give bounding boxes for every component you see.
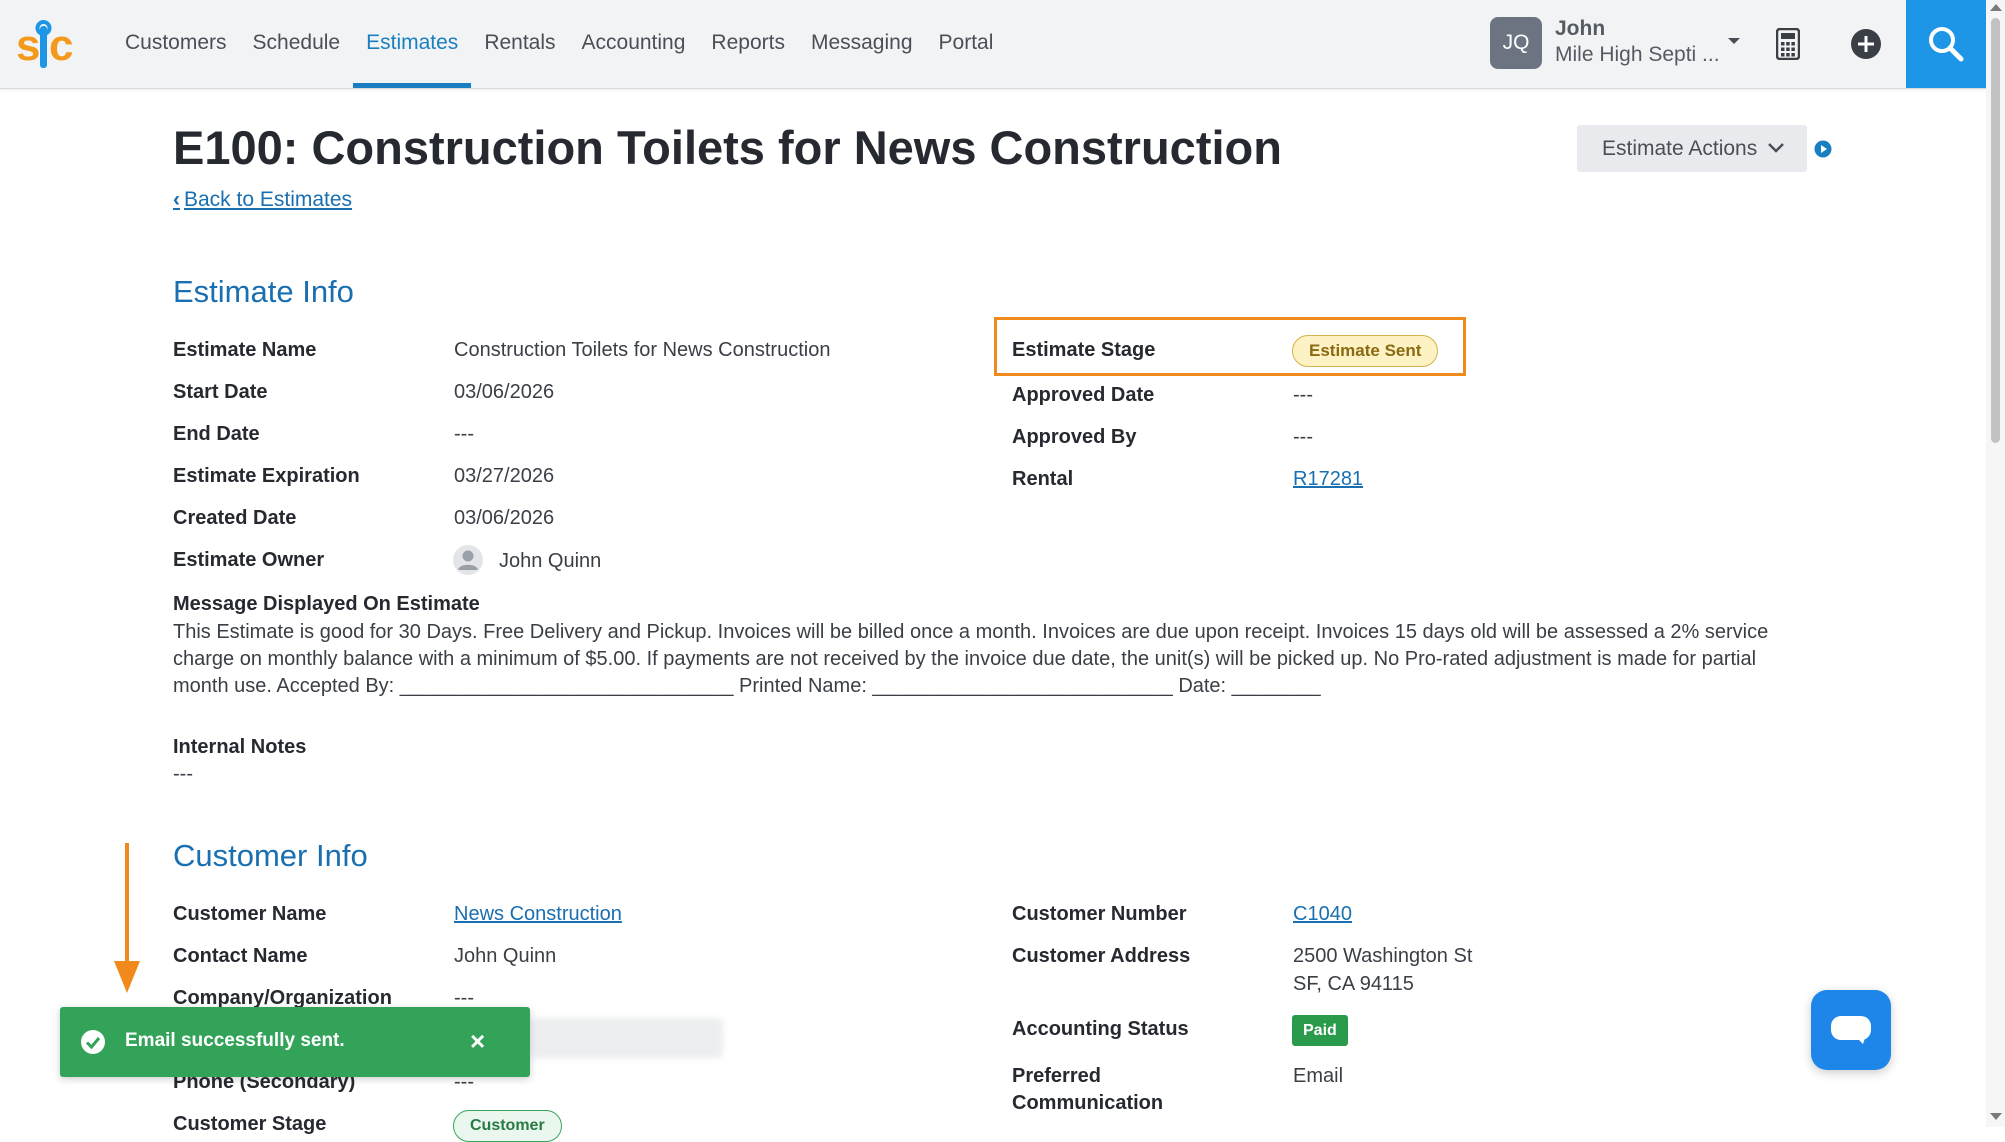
owner-avatar	[453, 545, 483, 575]
estimate-actions-label: Estimate Actions	[1602, 137, 1758, 160]
preferred-communication-label: Preferred	[1012, 1065, 1101, 1087]
internal-notes-label: Internal Notes	[173, 736, 307, 758]
estimate-owner-label: Estimate Owner	[173, 549, 325, 571]
approved-date-label: Approved Date	[1012, 384, 1155, 406]
scroll-up-arrow-icon[interactable]	[1990, 4, 2002, 11]
contact-name-label: Contact Name	[173, 945, 308, 967]
customer-info-heading: Customer Info	[173, 838, 368, 873]
created-date-label: Created Date	[173, 507, 297, 529]
customer-name-link[interactable]: News Construction	[454, 903, 622, 926]
nav-schedule[interactable]: Schedule	[240, 0, 354, 88]
estimate-info-heading: Estimate Info	[173, 274, 354, 309]
estimate-stage-label: Estimate Stage	[1012, 339, 1156, 361]
user-avatar[interactable]: JQ	[1490, 17, 1542, 69]
chevron-left-icon: ‹	[173, 188, 180, 211]
success-toast: Email successfully sent. ×	[60, 1007, 530, 1077]
estimate-name-label: Estimate Name	[173, 339, 317, 361]
toast-message: Email successfully sent.	[125, 1030, 345, 1051]
nav-rentals[interactable]: Rentals	[471, 0, 568, 88]
accounting-status-badge: Paid	[1292, 1015, 1348, 1046]
nav-accounting[interactable]: Accounting	[569, 0, 699, 88]
nav-portal[interactable]: Portal	[926, 0, 1007, 88]
customer-number-link[interactable]: C1040	[1293, 903, 1352, 926]
estimate-expiration-value: 03/27/2026	[454, 465, 555, 487]
customer-address-line2: SF, CA 94115	[1293, 973, 1414, 995]
customer-name-label: Customer Name	[173, 903, 327, 925]
end-date-value: ---	[454, 423, 474, 445]
user-icon	[458, 550, 478, 570]
close-icon[interactable]: ×	[470, 1026, 485, 1057]
estimate-actions-button[interactable]: Estimate Actions	[1577, 125, 1807, 172]
chat-icon	[1831, 1016, 1871, 1044]
svg-text:c: c	[49, 21, 73, 70]
main-nav: Customers Schedule Estimates Rentals Acc…	[112, 0, 1006, 88]
scroll-down-arrow-icon[interactable]	[1990, 1113, 2002, 1120]
rental-link[interactable]: R17281	[1293, 468, 1363, 491]
accounting-status-label: Accounting Status	[1012, 1018, 1189, 1040]
message-label: Message Displayed On Estimate	[173, 593, 480, 615]
search-button[interactable]	[1906, 0, 1986, 88]
customer-stage-badge: Customer	[453, 1110, 562, 1142]
nav-estimates[interactable]: Estimates	[353, 0, 472, 88]
rental-label: Rental	[1012, 468, 1074, 490]
contact-name-value: John Quinn	[454, 945, 557, 967]
end-date-label: End Date	[173, 423, 260, 445]
estimate-name-value: Construction Toilets for News Constructi…	[454, 339, 831, 361]
nav-customers[interactable]: Customers	[112, 0, 240, 88]
customer-address-label: Customer Address	[1012, 945, 1191, 967]
page-title: E100: Construction Toilets for News Cons…	[173, 121, 1282, 174]
preferred-communication-value: Email	[1293, 1065, 1344, 1087]
redacted-field	[530, 1018, 723, 1058]
scroll-thumb[interactable]	[1991, 18, 2000, 443]
customer-stage-label: Customer Stage	[173, 1113, 327, 1135]
user-name[interactable]: John	[1555, 17, 1605, 41]
check-circle-icon	[81, 1030, 105, 1054]
customer-address-line1: 2500 Washington St	[1293, 945, 1473, 967]
nav-reports[interactable]: Reports	[698, 0, 798, 88]
back-to-estimates-link[interactable]: ‹ Back to Estimates	[173, 188, 352, 212]
approved-by-value: ---	[1293, 426, 1313, 448]
approved-date-value: ---	[1293, 384, 1313, 406]
nav-messaging[interactable]: Messaging	[798, 0, 926, 88]
start-date-value: 03/06/2026	[454, 381, 555, 403]
internal-notes-value: ---	[173, 763, 193, 785]
add-icon[interactable]	[1850, 28, 1882, 60]
chevron-down-icon[interactable]	[1728, 38, 1740, 44]
play-circle-icon[interactable]	[1814, 140, 1832, 158]
approved-by-label: Approved By	[1012, 426, 1137, 448]
page-scrollbar[interactable]	[1986, 0, 2005, 1127]
top-navbar: s c Customers Schedule Estimates Rentals…	[0, 0, 1986, 89]
start-date-label: Start Date	[173, 381, 268, 403]
app-logo[interactable]: s c	[16, 20, 78, 72]
customer-number-label: Customer Number	[1012, 903, 1187, 925]
back-link-label: Back to Estimates	[184, 188, 353, 211]
calculator-icon[interactable]	[1776, 28, 1800, 60]
estimate-message-text: This Estimate is good for 30 Days. Free …	[173, 621, 1769, 697]
annotation-arrow-icon	[114, 843, 140, 993]
preferred-communication-label-2: Communication	[1012, 1092, 1164, 1114]
estimate-owner-value: John Quinn	[499, 550, 602, 572]
created-date-value: 03/06/2026	[454, 507, 555, 529]
estimate-stage-badge: Estimate Sent	[1292, 335, 1439, 367]
estimate-expiration-label: Estimate Expiration	[173, 465, 360, 487]
search-icon	[1929, 27, 1964, 62]
chat-button[interactable]	[1811, 990, 1891, 1070]
chevron-down-icon	[1768, 143, 1784, 153]
user-company[interactable]: Mile High Septi ...	[1555, 43, 1720, 67]
